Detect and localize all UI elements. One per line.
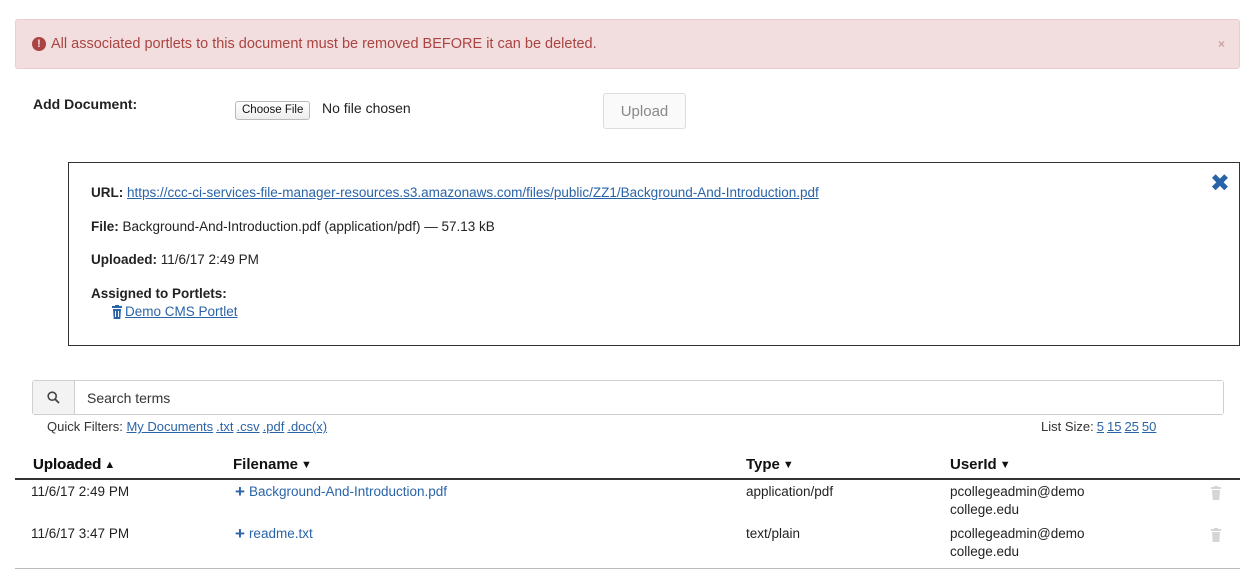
list-size-5[interactable]: 5 xyxy=(1097,419,1104,434)
plus-icon: + xyxy=(235,482,245,501)
row-type: text/plain xyxy=(746,526,801,541)
uploaded-label: Uploaded: xyxy=(91,252,157,267)
quick-filters: Quick Filters: My Documents .txt .csv .pdf.… xyxy=(47,419,330,434)
choose-file-button[interactable]: Choose File xyxy=(235,101,311,120)
close-detail-icon[interactable]: ✖ xyxy=(1210,169,1230,198)
table-header-divider xyxy=(15,478,1240,480)
row-type: application/pdf xyxy=(746,484,834,499)
filter-docx[interactable]: .doc(x) xyxy=(287,419,327,434)
list-size-25[interactable]: 25 xyxy=(1124,419,1138,434)
chevron-up-icon: ▲ xyxy=(104,458,116,471)
uploaded-value: 11/6/17 2:49 PM xyxy=(160,252,259,267)
row-filename[interactable]: + Background-And-Introduction.pdf xyxy=(235,483,447,501)
filter-pdf[interactable]: .pdf xyxy=(263,419,285,434)
filter-my-documents[interactable]: My Documents xyxy=(126,419,213,434)
search-button[interactable] xyxy=(33,381,75,414)
assigned-portlets-label: Assigned to Portlets: xyxy=(91,286,227,301)
row-userid: pcollegeadmin@demo college.edu xyxy=(950,484,1085,517)
chevron-down-icon: ▼ xyxy=(301,458,312,471)
chevron-down-icon: ▼ xyxy=(999,458,1011,471)
column-header-uploaded[interactable]: Uploaded ▲ xyxy=(33,456,115,473)
add-document-label: Add Document: xyxy=(33,96,138,112)
plus-icon: + xyxy=(235,524,245,543)
error-alert: ! All associated portlets to this docume… xyxy=(15,19,1240,69)
column-header-userid[interactable]: UserId ▼ xyxy=(950,456,1011,473)
url-label: URL: xyxy=(91,185,124,200)
search-icon xyxy=(47,391,60,404)
chevron-down-icon: ▼ xyxy=(782,458,794,471)
document-detail-panel: URL: https://ccc-ci-services-file-manage… xyxy=(68,162,1240,346)
detail-url-row: URL: https://ccc-ci-services-file-manage… xyxy=(91,185,819,200)
file-value: Background-And-Introduction.pdf (applica… xyxy=(122,219,495,234)
portlet-item: Demo CMS Portlet xyxy=(111,304,238,319)
alert-close-button[interactable]: × xyxy=(1218,37,1225,51)
list-size-15[interactable]: 15 xyxy=(1107,419,1121,434)
exclamation-circle-icon: ! xyxy=(32,37,46,51)
detail-uploaded-row: Uploaded: 11/6/17 2:49 PM xyxy=(91,252,259,267)
document-url-link[interactable]: https://ccc-ci-services-file-manager-res… xyxy=(127,185,819,200)
alert-message: All associated portlets to this document… xyxy=(51,36,597,52)
no-file-chosen-text: No file chosen xyxy=(322,100,411,116)
table-bottom-divider xyxy=(15,568,1240,569)
column-header-type[interactable]: Type ▼ xyxy=(746,456,794,473)
list-size-label: List Size: xyxy=(1041,419,1094,434)
trash-icon[interactable] xyxy=(1210,528,1222,542)
quick-filters-label: Quick Filters: xyxy=(47,419,123,434)
upload-button[interactable]: Upload xyxy=(603,93,686,129)
filter-txt[interactable]: .txt xyxy=(216,419,233,434)
list-size-50[interactable]: 50 xyxy=(1142,419,1156,434)
file-label: File: xyxy=(91,219,119,234)
trash-icon[interactable] xyxy=(111,304,123,319)
list-size: List Size: 5 15 25 50 xyxy=(1041,419,1156,434)
filter-csv[interactable]: .csv xyxy=(237,419,260,434)
trash-icon[interactable] xyxy=(1210,486,1222,500)
detail-file-row: File: Background-And-Introduction.pdf (a… xyxy=(91,219,495,234)
column-header-filename[interactable]: Filename ▼ xyxy=(233,456,312,473)
search-bar xyxy=(32,380,1224,415)
row-userid: pcollegeadmin@demo college.edu xyxy=(950,526,1085,559)
row-uploaded: 11/6/17 2:49 PM xyxy=(31,484,130,499)
row-uploaded: 11/6/17 3:47 PM xyxy=(31,526,130,541)
row-filename[interactable]: + readme.txt xyxy=(235,525,313,543)
search-input[interactable] xyxy=(75,381,1223,414)
portlet-link[interactable]: Demo CMS Portlet xyxy=(125,304,238,319)
